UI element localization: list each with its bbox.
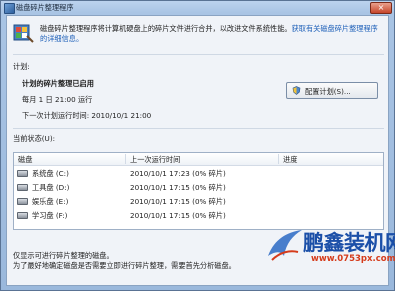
header-description: 磁盘碎片整理程序将计算机硬盘上的碎片文件进行合并，以改进文件系统性能。 (40, 24, 292, 33)
disk-last-run: 2010/10/1 17:15 (0% 碎片) (130, 183, 226, 192)
column-separator[interactable] (278, 154, 279, 164)
close-button[interactable]: × (370, 2, 392, 14)
title-bar[interactable]: 磁盘碎片整理程序 × (1, 1, 394, 14)
system-drive-icon (17, 170, 28, 177)
disk-last-run: 2010/10/1 17:23 (0% 碎片) (130, 169, 226, 178)
footer-line-2: 为了最好地确定磁盘是否需要立即进行碎片整理，需要首先分析磁盘。 (13, 261, 236, 270)
disk-list[interactable]: 磁盘 上一次运行时间 进度 系统盘 (C:) 2010/10/1 17:23 (… (13, 152, 384, 230)
schedule-section-label: 计划: (13, 62, 30, 71)
hard-drive-icon (17, 212, 28, 219)
divider (13, 128, 384, 129)
column-header-last-run[interactable]: 上一次运行时间 (130, 155, 180, 165)
column-header-progress[interactable]: 进度 (283, 155, 297, 165)
window-title: 磁盘碎片整理程序 (16, 3, 74, 12)
disk-name: 系统盘 (C:) (32, 169, 69, 178)
header-description-block: 磁盘碎片整理程序将计算机硬盘上的碎片文件进行合并，以改进文件系统性能。获取有关磁… (40, 24, 380, 44)
watermark-url: www.0753px.com (311, 254, 395, 264)
current-status-label: 当前状态(U): (13, 134, 56, 143)
defrag-header-icon (13, 24, 34, 43)
hard-drive-icon (17, 198, 28, 205)
hard-drive-icon (17, 184, 28, 191)
configure-schedule-button[interactable]: 配置计划(S)... (286, 82, 378, 99)
defrag-app-icon (4, 3, 15, 14)
column-separator[interactable] (125, 154, 126, 164)
footer-notes: 仅显示可进行碎片整理的磁盘。 为了最好地确定磁盘是否需要立即进行碎片整理，需要首… (13, 251, 236, 271)
disk-list-header: 磁盘 上一次运行时间 进度 (14, 153, 383, 166)
watermark-brand: 鹏鑫装机网 (303, 231, 395, 255)
disk-row[interactable]: 工具盘 (D:) 2010/10/1 17:15 (0% 碎片) (14, 181, 383, 194)
watermark-logo (268, 230, 302, 261)
defrag-window: 磁盘碎片整理程序 × 磁盘碎片整理程序将计算机硬盘上的碎片文件进行合并，以改进文… (0, 0, 395, 291)
footer-line-1: 仅显示可进行碎片整理的磁盘。 (13, 251, 114, 260)
disk-name: 娱乐盘 (E:) (32, 197, 69, 206)
disk-row[interactable]: 系统盘 (C:) 2010/10/1 17:23 (0% 碎片) (14, 167, 383, 180)
disk-name: 工具盘 (D:) (32, 183, 70, 192)
disk-row[interactable]: 学习盘 (F:) 2010/10/1 17:15 (0% 碎片) (14, 209, 383, 222)
column-header-disk[interactable]: 磁盘 (18, 155, 32, 165)
shield-icon (292, 86, 301, 95)
configure-schedule-label: 配置计划(S)... (305, 87, 351, 96)
disk-name: 学习盘 (F:) (32, 211, 68, 220)
divider (13, 54, 384, 55)
disk-last-run: 2010/10/1 17:15 (0% 碎片) (130, 197, 226, 206)
schedule-next-run: 下一次计划运行时间: 2010/10/1 21:00 (22, 111, 152, 120)
disk-last-run: 2010/10/1 17:15 (0% 碎片) (130, 211, 226, 220)
schedule-status-title: 计划的碎片整理已启用 (22, 79, 94, 88)
schedule-frequency: 每月 1 日 21:00 运行 (22, 95, 93, 104)
disk-row[interactable]: 娱乐盘 (E:) 2010/10/1 17:15 (0% 碎片) (14, 195, 383, 208)
